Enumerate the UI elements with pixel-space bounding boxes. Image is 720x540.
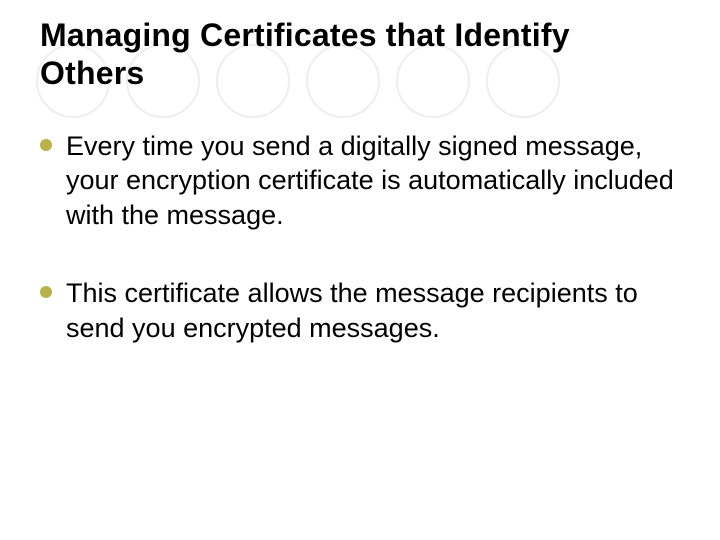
list-item: This certificate allows the message reci… (40, 276, 680, 345)
bullet-icon (40, 139, 52, 151)
list-item: Every time you send a digitally signed m… (40, 129, 680, 233)
bullet-text: This certificate allows the message reci… (66, 278, 638, 343)
slide-title: Managing Certificates that Identify Othe… (40, 16, 680, 93)
bullet-list: Every time you send a digitally signed m… (40, 129, 680, 346)
slide: Managing Certificates that Identify Othe… (0, 0, 720, 540)
bullet-text: Every time you send a digitally signed m… (66, 131, 674, 230)
bullet-icon (40, 286, 52, 298)
